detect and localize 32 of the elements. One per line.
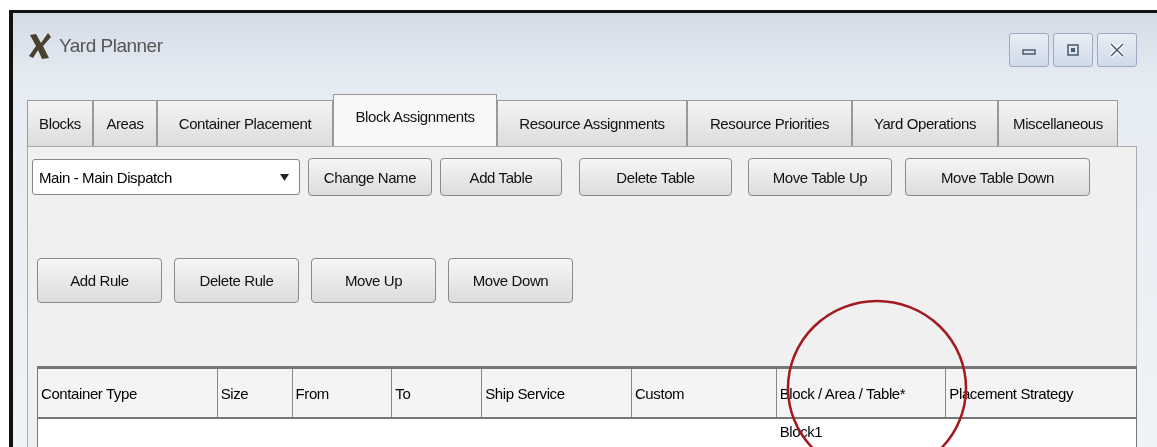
window-title: Yard Planner — [59, 35, 163, 57]
tab[interactable]: Areas — [93, 100, 157, 146]
toolbar-button[interactable]: Move Table Up — [748, 158, 892, 196]
column-header[interactable]: Container Type — [38, 369, 218, 417]
column-header[interactable]: Size — [217, 369, 293, 417]
table-dropdown[interactable]: Main - Main Dispatch — [32, 159, 300, 195]
tab[interactable]: Block Assignments — [333, 94, 497, 146]
toolbar-button[interactable]: Delete Table — [579, 158, 732, 196]
close-icon — [1109, 42, 1125, 58]
maximize-icon — [1066, 43, 1080, 57]
tab[interactable]: Blocks — [27, 100, 93, 146]
tab[interactable]: Yard Operations — [852, 100, 998, 146]
toolbar-button[interactable]: Add Table — [440, 158, 562, 196]
rule-button[interactable]: Move Up — [311, 258, 436, 303]
toolbar-button[interactable]: Change Name — [308, 158, 432, 196]
close-button[interactable] — [1097, 33, 1137, 67]
column-header[interactable]: To — [392, 369, 483, 417]
rule-button[interactable]: Move Down — [448, 258, 573, 303]
column-header[interactable]: Ship Service — [482, 369, 632, 417]
app-logo-icon — [27, 31, 53, 61]
tab[interactable]: Resource Assignments — [497, 100, 687, 146]
tab[interactable]: Miscellaneous — [998, 100, 1118, 146]
maximize-button[interactable] — [1053, 33, 1093, 67]
tab[interactable]: Container Placement — [157, 100, 333, 146]
rule-button[interactable]: Delete Rule — [174, 258, 299, 303]
minimize-button[interactable] — [1009, 33, 1049, 67]
rule-button[interactable]: Add Rule — [37, 258, 162, 303]
column-header[interactable]: From — [292, 369, 393, 417]
dropdown-arrow-icon — [280, 173, 289, 181]
tab[interactable]: Resource Priorities — [687, 100, 852, 146]
toolbar-button[interactable]: Move Table Down — [905, 158, 1090, 196]
column-header[interactable]: Custom — [631, 369, 777, 417]
